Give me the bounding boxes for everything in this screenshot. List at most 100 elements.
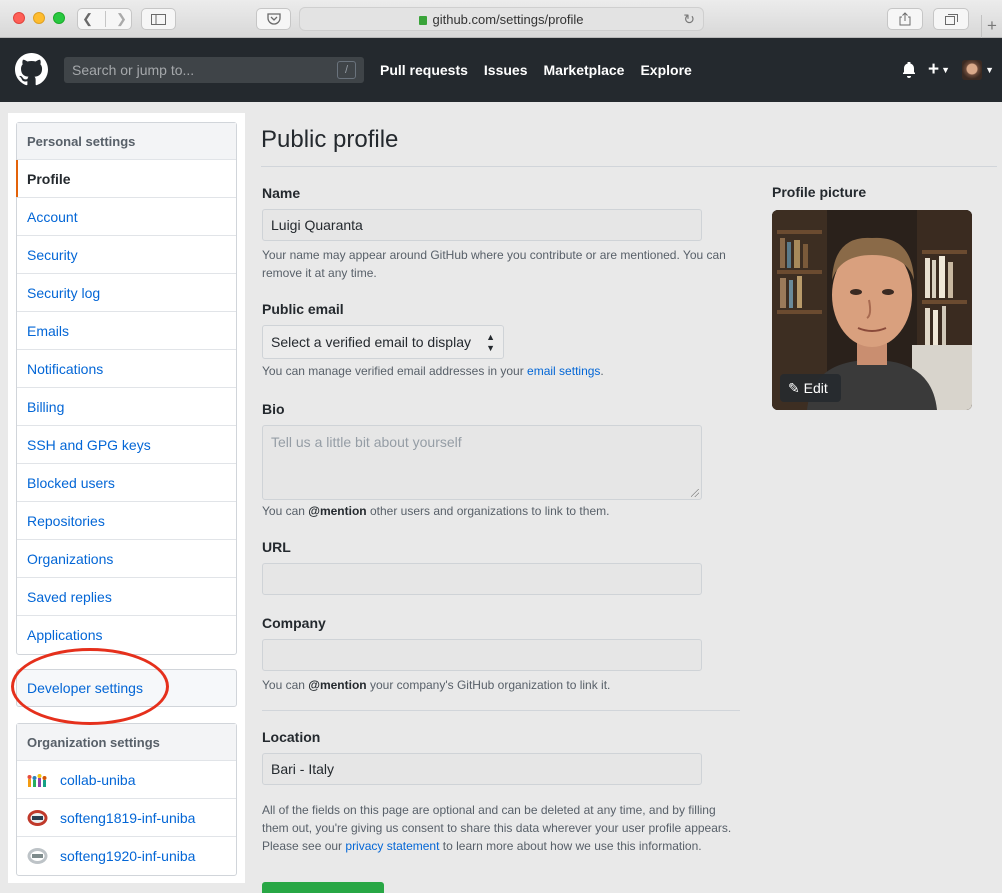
sidebar-item-security[interactable]: Security bbox=[17, 236, 236, 274]
company-label: Company bbox=[262, 615, 326, 631]
org-name: collab-uniba bbox=[60, 771, 136, 788]
name-note: Your name may appear around GitHub where… bbox=[262, 248, 726, 280]
name-input[interactable]: Luigi Quaranta bbox=[262, 209, 702, 241]
sidebar-item-applications[interactable]: Applications bbox=[17, 616, 236, 654]
github-header: Search or jump to... / Pull requests Iss… bbox=[0, 38, 1002, 102]
header-nav: Pull requests Issues Marketplace Explore bbox=[380, 38, 692, 102]
sidebar-item-saved-replies[interactable]: Saved replies bbox=[17, 578, 236, 616]
softeng1920-logo-icon bbox=[27, 848, 48, 864]
avatar bbox=[962, 60, 983, 80]
bio-note-text: You can bbox=[262, 504, 309, 518]
new-tab-button[interactable]: + bbox=[981, 15, 1002, 38]
mention-text: @mention bbox=[308, 504, 367, 518]
email-settings-link[interactable]: email settings bbox=[527, 364, 600, 378]
pocket-button[interactable] bbox=[256, 8, 291, 30]
tabs-icon bbox=[944, 14, 958, 25]
share-button[interactable] bbox=[887, 8, 923, 30]
reload-icon[interactable]: ↻ bbox=[683, 11, 695, 28]
user-menu-button[interactable]: ▼ bbox=[962, 60, 994, 80]
sidebar-item-repositories[interactable]: Repositories bbox=[17, 502, 236, 540]
sidebar-item-ssh-gpg-keys[interactable]: SSH and GPG keys bbox=[17, 426, 236, 464]
org-item-collab-uniba[interactable]: collab-uniba bbox=[17, 761, 236, 799]
nav-pull-requests[interactable]: Pull requests bbox=[380, 62, 468, 78]
org-item-softeng1920[interactable]: softeng1920-inf-uniba bbox=[17, 837, 236, 875]
lock-icon bbox=[419, 15, 428, 25]
bio-textarea[interactable]: Tell us a little bit about yourself bbox=[262, 425, 702, 500]
public-email-label: Public email bbox=[262, 301, 344, 317]
nav-issues[interactable]: Issues bbox=[484, 62, 528, 78]
location-label: Location bbox=[262, 729, 321, 745]
plus-icon: + bbox=[928, 59, 940, 80]
sidebar-item-account[interactable]: Account bbox=[17, 198, 236, 236]
select-arrows-icon: ▲ ▼ bbox=[486, 332, 495, 353]
edit-picture-label: Edit bbox=[803, 380, 828, 396]
collab-uniba-logo-icon bbox=[27, 773, 47, 787]
sidebar-item-notifications[interactable]: Notifications bbox=[17, 350, 236, 388]
create-new-button[interactable]: + ▼ bbox=[928, 59, 951, 80]
email-note-end: . bbox=[600, 364, 604, 378]
email-note-text: You can manage verified email addresses … bbox=[262, 364, 528, 378]
privacy-statement-link[interactable]: privacy statement bbox=[345, 839, 439, 853]
back-icon[interactable]: ❮ bbox=[82, 11, 106, 27]
company-input[interactable] bbox=[262, 639, 702, 671]
section-divider bbox=[262, 710, 740, 711]
update-profile-button[interactable] bbox=[262, 882, 384, 893]
personal-settings-menu: Personal settings Profile Account Securi… bbox=[16, 122, 237, 655]
edit-picture-button[interactable]: ✎ Edit bbox=[780, 374, 841, 402]
optional-fields-end: to learn more about how we use this info… bbox=[439, 839, 702, 853]
softeng1819-logo-icon bbox=[27, 809, 48, 826]
bio-placeholder: Tell us a little bit about yourself bbox=[271, 434, 462, 450]
url-label: URL bbox=[262, 539, 291, 555]
pencil-icon: ✎ bbox=[788, 380, 800, 396]
mention-text: @mention bbox=[308, 678, 367, 692]
search-placeholder: Search or jump to... bbox=[72, 62, 195, 78]
sidebar-item-profile[interactable]: Profile bbox=[16, 160, 236, 198]
sidebar-item-emails[interactable]: Emails bbox=[17, 312, 236, 350]
nav-explore[interactable]: Explore bbox=[640, 62, 691, 78]
settings-sidebar: Personal settings Profile Account Securi… bbox=[8, 113, 245, 883]
bell-icon[interactable] bbox=[902, 62, 916, 78]
github-logo-icon[interactable] bbox=[15, 53, 48, 89]
bio-note: You can @mention other users and organiz… bbox=[262, 502, 609, 520]
search-input[interactable]: Search or jump to... / bbox=[64, 57, 364, 83]
close-window-button[interactable] bbox=[13, 12, 25, 24]
address-url: github.com/settings/profile bbox=[432, 11, 584, 27]
url-input[interactable] bbox=[262, 563, 702, 595]
bio-label: Bio bbox=[262, 401, 285, 417]
zoom-window-button[interactable] bbox=[53, 12, 65, 24]
company-note-text: You can bbox=[262, 678, 309, 692]
chevron-down-icon: ▼ bbox=[941, 65, 951, 75]
minimize-window-button[interactable] bbox=[33, 12, 45, 24]
browser-toolbar: ❮ ❯ github.com/settings/profile ↻ + bbox=[0, 0, 1002, 38]
sidebar-toggle-button[interactable] bbox=[141, 8, 176, 30]
company-note-end: your company's GitHub organization to li… bbox=[366, 678, 611, 692]
sidebar-item-security-log[interactable]: Security log bbox=[17, 274, 236, 312]
pocket-icon bbox=[266, 13, 281, 25]
org-name: softeng1920-inf-uniba bbox=[60, 848, 196, 864]
sidebar-icon bbox=[151, 13, 166, 25]
address-bar[interactable]: github.com/settings/profile ↻ bbox=[299, 7, 704, 31]
sidebar-item-blocked-users[interactable]: Blocked users bbox=[17, 464, 236, 502]
profile-picture-label: Profile picture bbox=[772, 184, 867, 200]
public-email-selected: Select a verified email to display bbox=[271, 334, 471, 350]
org-item-softeng1819[interactable]: softeng1819-inf-uniba bbox=[17, 799, 236, 837]
share-icon bbox=[899, 12, 911, 26]
page-title: Public profile bbox=[261, 126, 997, 167]
chevron-down-icon: ▼ bbox=[985, 65, 994, 75]
header-actions: + ▼ ▼ bbox=[902, 60, 994, 80]
forward-icon[interactable]: ❯ bbox=[106, 11, 127, 27]
company-note: You can @mention your company's GitHub o… bbox=[262, 676, 610, 694]
show-tabs-button[interactable] bbox=[933, 8, 969, 30]
back-forward-buttons[interactable]: ❮ ❯ bbox=[77, 8, 132, 30]
email-note: You can manage verified email addresses … bbox=[262, 362, 604, 380]
organization-settings-heading: Organization settings bbox=[17, 724, 236, 761]
bio-note-end: other users and organizations to link to… bbox=[366, 504, 610, 518]
resize-handle-icon[interactable] bbox=[691, 489, 699, 497]
sidebar-item-organizations[interactable]: Organizations bbox=[17, 540, 236, 578]
sidebar-item-billing[interactable]: Billing bbox=[17, 388, 236, 426]
personal-settings-heading: Personal settings bbox=[17, 123, 236, 160]
optional-fields-note: All of the fields on this page are optio… bbox=[262, 801, 732, 855]
nav-marketplace[interactable]: Marketplace bbox=[544, 62, 625, 78]
location-input[interactable]: Bari - Italy bbox=[262, 753, 702, 785]
public-email-select[interactable]: Select a verified email to display ▲ ▼ bbox=[262, 325, 504, 359]
